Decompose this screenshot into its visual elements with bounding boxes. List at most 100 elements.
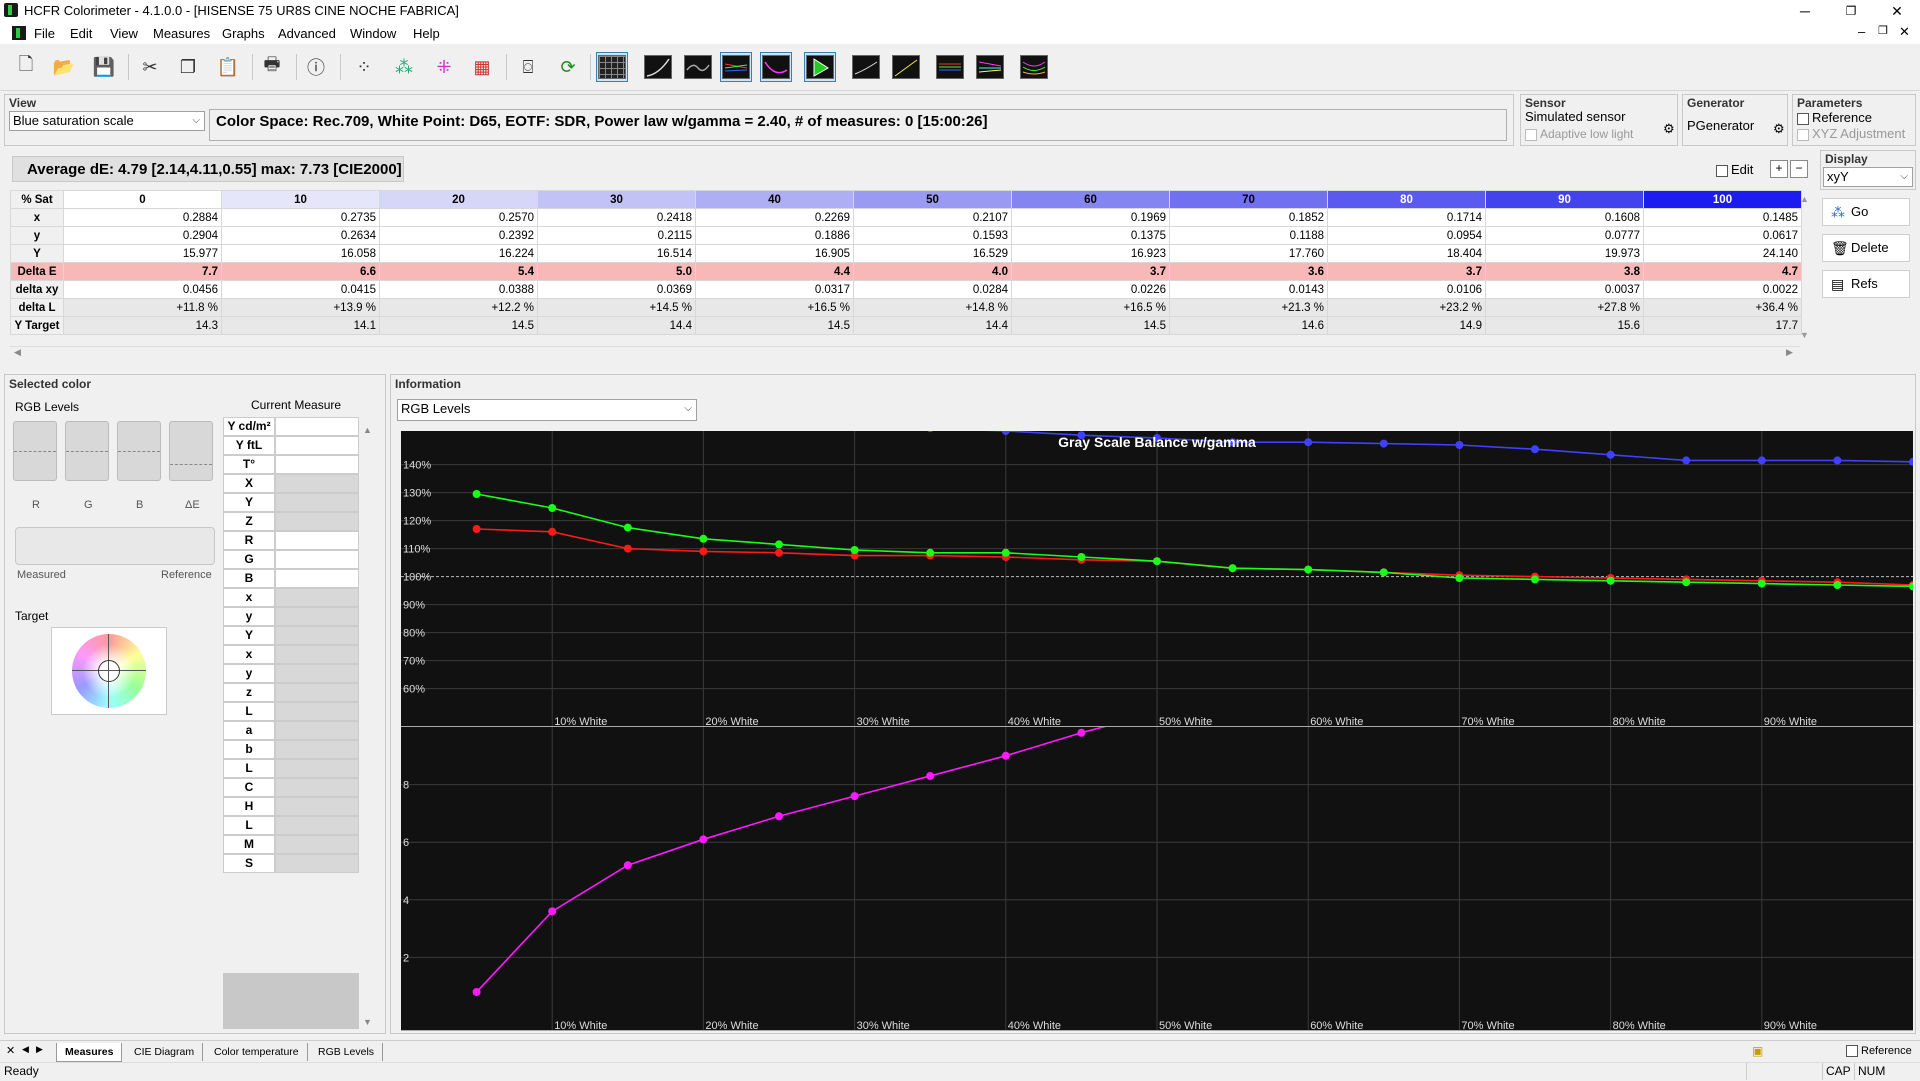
table-cell[interactable]: +16.5 %	[1011, 298, 1170, 317]
column-header[interactable]: 60	[1011, 190, 1170, 209]
info-icon[interactable]: ⓘ	[300, 52, 332, 82]
table-cell[interactable]: 5.4	[379, 262, 538, 281]
table-cell[interactable]: 3.6	[1169, 262, 1328, 281]
reference-checkbox[interactable]: Reference	[1797, 110, 1872, 125]
adaptive-low-light-checkbox[interactable]: Adaptive low light	[1525, 127, 1633, 141]
table-cell[interactable]: 5.0	[537, 262, 696, 281]
scroll-left-icon[interactable]: ◀	[14, 347, 21, 358]
table-cell[interactable]: 0.1969	[1011, 208, 1170, 227]
gamma-alt-graph-icon[interactable]	[890, 52, 922, 82]
measure-primaries-icon[interactable]: ⁂	[388, 52, 420, 82]
table-cell[interactable]: 14.4	[853, 316, 1012, 335]
menu-edit[interactable]: Edit	[70, 26, 92, 41]
maximize-button[interactable]: ❐	[1828, 0, 1874, 22]
table-cell[interactable]: 0.1188	[1169, 226, 1328, 245]
table-cell[interactable]: 0.1593	[853, 226, 1012, 245]
generator-settings-gear-icon[interactable]: ⚙	[1773, 121, 1785, 137]
table-cell[interactable]: 14.5	[695, 316, 854, 335]
column-header[interactable]: 20	[379, 190, 538, 209]
table-cell[interactable]: 14.1	[221, 316, 380, 335]
table-cell[interactable]: +11.8 %	[63, 298, 222, 317]
table-cell[interactable]: 0.0037	[1485, 280, 1644, 299]
add-button[interactable]: +	[1770, 160, 1788, 178]
table-cell[interactable]: 16.514	[537, 244, 696, 263]
tab-prev-icon[interactable]: ◀	[22, 1044, 29, 1055]
saturation-graph-icon[interactable]	[934, 52, 966, 82]
table-cell[interactable]: 18.404	[1327, 244, 1486, 263]
table-cell[interactable]: 4.0	[853, 262, 1012, 281]
measure-scroll-up-icon[interactable]: ▲	[363, 425, 372, 435]
table-cell[interactable]: 0.0022	[1643, 280, 1802, 299]
table-cell[interactable]: 15.6	[1485, 316, 1644, 335]
table-cell[interactable]: 16.923	[1011, 244, 1170, 263]
gamma-graph-icon[interactable]	[642, 52, 674, 82]
table-cell[interactable]: 14.4	[537, 316, 696, 335]
display-select[interactable]: xyY ⌵	[1823, 167, 1913, 187]
table-cell[interactable]: 24.140	[1643, 244, 1802, 263]
scroll-up-icon[interactable]: ▲	[1800, 194, 1809, 204]
table-cell[interactable]: 0.2392	[379, 226, 538, 245]
table-cell[interactable]: +36.4 %	[1643, 298, 1802, 317]
table-cell[interactable]: 0.2904	[63, 226, 222, 245]
cie-chart-icon[interactable]	[804, 52, 836, 82]
table-cell[interactable]: 16.058	[221, 244, 380, 263]
measure-all-icon[interactable]: ▦	[466, 52, 498, 82]
table-cell[interactable]: 0.0617	[1643, 226, 1802, 245]
table-cell[interactable]: +16.5 %	[695, 298, 854, 317]
table-cell[interactable]: 0.0369	[537, 280, 696, 299]
column-header[interactable]: 70	[1169, 190, 1328, 209]
menu-view[interactable]: View	[110, 26, 138, 41]
table-cell[interactable]: +13.9 %	[221, 298, 380, 317]
gray-scale-balance-chart[interactable]: 60% 70% 80% 90% 100% 110% 120% 130% 140% 10% Whit…	[401, 431, 1913, 727]
minimize-button[interactable]: ─	[1782, 0, 1828, 22]
table-cell[interactable]: 0.0415	[221, 280, 380, 299]
menu-file[interactable]: File	[34, 26, 55, 41]
tab-color-temperature[interactable]: Color temperature	[206, 1043, 308, 1061]
table-cell[interactable]: 0.1375	[1011, 226, 1170, 245]
delete-button[interactable]: 🗑 Delete	[1822, 234, 1910, 262]
table-cell[interactable]: 14.9	[1327, 316, 1486, 335]
column-header[interactable]: 80	[1327, 190, 1486, 209]
table-cell[interactable]: 6.6	[221, 262, 380, 281]
table-cell[interactable]: 0.2107	[853, 208, 1012, 227]
table-cell[interactable]: 0.2735	[221, 208, 380, 227]
paste-icon[interactable]: 📋	[212, 52, 244, 82]
menu-advanced[interactable]: Advanced	[278, 26, 336, 41]
column-header[interactable]: 50	[853, 190, 1012, 209]
luminance-graph-icon[interactable]	[682, 52, 714, 82]
delta-e-graph-icon[interactable]	[760, 52, 792, 82]
table-cell[interactable]: 0.2269	[695, 208, 854, 227]
menu-measures[interactable]: Measures	[153, 26, 210, 41]
table-cell[interactable]: 17.760	[1169, 244, 1328, 263]
menu-graphs[interactable]: Graphs	[222, 26, 265, 41]
open-folder-icon[interactable]: 📂	[48, 52, 80, 82]
view-select[interactable]: Blue saturation scale ⌵	[9, 111, 205, 131]
menu-window[interactable]: Window	[350, 26, 396, 41]
table-cell[interactable]: 15.977	[63, 244, 222, 263]
table-cell[interactable]: 0.2115	[537, 226, 696, 245]
table-cell[interactable]: +23.2 %	[1327, 298, 1486, 317]
table-cell[interactable]: 0.2418	[537, 208, 696, 227]
table-cell[interactable]: 0.1485	[1643, 208, 1802, 227]
information-select[interactable]: RGB Levels ⌵	[397, 399, 697, 421]
table-cell[interactable]: 0.2884	[63, 208, 222, 227]
sensor-settings-gear-icon[interactable]: ⚙	[1663, 121, 1675, 137]
table-cell[interactable]: 14.3	[63, 316, 222, 335]
table-cell[interactable]: 14.5	[1011, 316, 1170, 335]
table-cell[interactable]: 3.7	[1327, 262, 1486, 281]
table-cell[interactable]: 0.0388	[379, 280, 538, 299]
horizontal-scrollbar[interactable]: ◀ ▶	[10, 346, 1800, 361]
close-button[interactable]: ✕	[1874, 0, 1920, 22]
column-header[interactable]: 40	[695, 190, 854, 209]
column-header[interactable]: 0	[63, 190, 222, 209]
tab-close-icon[interactable]: ✕	[6, 1044, 15, 1057]
table-cell[interactable]: 0.1608	[1485, 208, 1644, 227]
mdi-close-button[interactable]: ✕	[1899, 24, 1910, 40]
table-cell[interactable]: +27.8 %	[1485, 298, 1644, 317]
table-cell[interactable]: 17.7	[1643, 316, 1802, 335]
notification-icon[interactable]: ▣	[1752, 1044, 1763, 1058]
continuous-measure-icon[interactable]: ⟳	[552, 52, 584, 82]
table-cell[interactable]: 3.8	[1485, 262, 1644, 281]
measures-graph-icon[interactable]	[1018, 52, 1050, 82]
save-icon[interactable]: 💾	[88, 52, 120, 82]
